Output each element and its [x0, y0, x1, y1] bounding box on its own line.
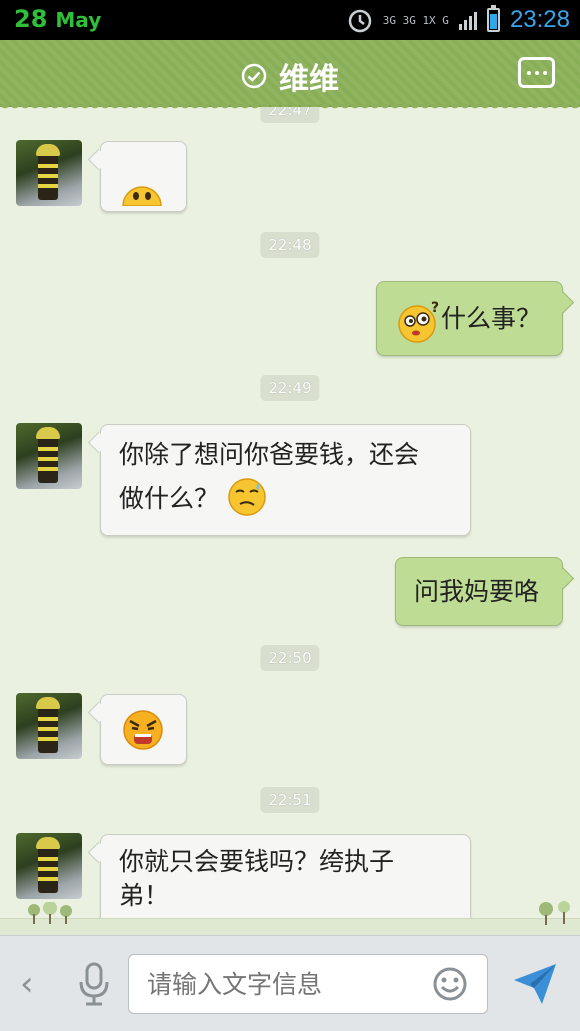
microphone-icon[interactable] [76, 960, 112, 1008]
contact-name: 维维 [279, 62, 339, 97]
confused-face-emoji: ? [398, 300, 439, 343]
smiley-icon[interactable] [432, 966, 468, 1002]
dot [542, 70, 547, 75]
svg-text:?: ? [431, 300, 439, 316]
input-bar: ‹ [0, 935, 580, 1031]
message-text: 问我妈要咯 [414, 577, 540, 606]
ground-decoration [0, 918, 580, 935]
signal-icon [458, 10, 477, 30]
message-text-line: 你就只会要钱吗？绔执子 [119, 847, 395, 876]
alarm-clock-icon [348, 9, 371, 33]
contact-avatar[interactable] [16, 833, 82, 899]
message-bubble-outgoing[interactable]: ? 什么事？ [376, 281, 563, 356]
time-stamp: 22:48 [260, 232, 320, 258]
status-month: May [55, 8, 102, 32]
status-date: 28 May [14, 5, 101, 33]
status-icons: 3G 3G 1X G 23:28 [347, 4, 570, 36]
message-bubble-incoming[interactable] [100, 141, 187, 212]
network-type-label: 3G 3G 1X G [382, 13, 449, 27]
chevron-left-icon[interactable]: ‹ [20, 964, 34, 1004]
status-bar: 28 May 3G 3G 1X G 23:28 [0, 0, 580, 40]
chat-area[interactable]: 22:47 22:48 ? 什么事？ 22:49 你除了想问你爸要钱，还会 做什… [0, 107, 580, 935]
status-day: 28 [14, 5, 48, 33]
dot [534, 70, 539, 75]
time-stamp: 22:51 [260, 787, 320, 813]
battery-icon [486, 5, 500, 32]
message-bubble-incoming[interactable]: 你除了想问你爸要钱，还会 做什么？ [100, 424, 471, 536]
tree-decoration [539, 901, 570, 925]
shy-face-emoji [122, 186, 162, 206]
angry-face-emoji [123, 710, 163, 750]
message-bubble-outgoing[interactable]: 问我妈要咯 [395, 557, 563, 626]
status-time: 23:28 [509, 6, 570, 33]
check-circle-icon [241, 63, 267, 89]
contact-avatar[interactable] [16, 693, 82, 759]
send-icon[interactable] [512, 962, 558, 1006]
chat-header: 维维 [0, 40, 580, 112]
more-options-button[interactable] [518, 57, 555, 88]
message-text-line: 弟！ [119, 881, 170, 910]
message-text-line: 做什么？ [119, 484, 220, 513]
contact-avatar[interactable] [16, 140, 82, 206]
sweat-face-emoji [228, 478, 266, 516]
time-stamp: 22:49 [260, 375, 320, 401]
message-bubble-incoming[interactable]: 你就只会要钱吗？绔执子 弟！ [100, 834, 471, 926]
contact-avatar[interactable] [16, 423, 82, 489]
message-text-line: 你除了想问你爸要钱，还会 [119, 440, 420, 469]
message-bubble-incoming[interactable] [100, 694, 187, 765]
tree-decoration [28, 902, 72, 924]
time-stamp: 22:50 [260, 645, 320, 671]
message-text: 什么事？ [441, 304, 542, 333]
time-stamp: 22:47 [260, 107, 320, 123]
dot [526, 70, 531, 75]
